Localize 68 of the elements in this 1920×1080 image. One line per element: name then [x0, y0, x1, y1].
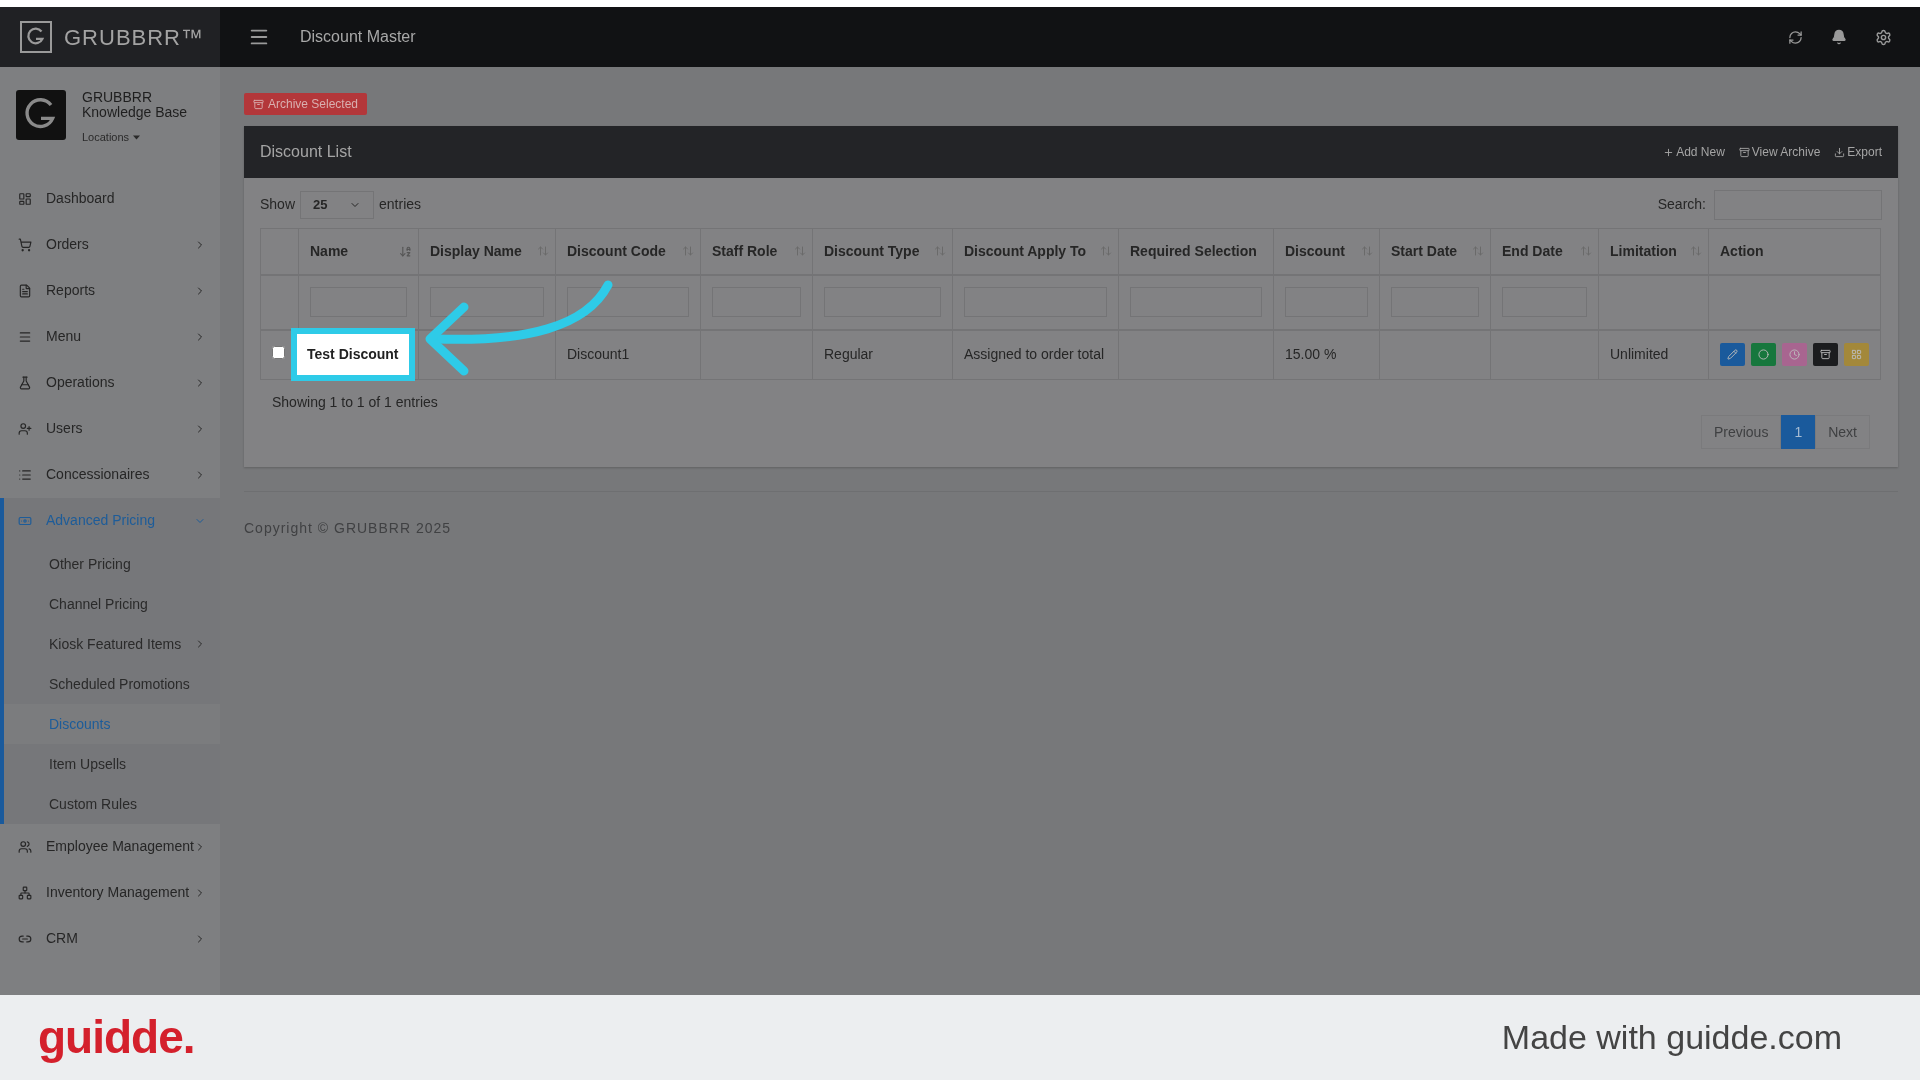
submenu-item[interactable]: Custom Rules [4, 783, 220, 824]
made-with-text: Made with guidde.com [1501, 1017, 1842, 1058]
hierarchy-icon [18, 885, 32, 900]
sidebar-item[interactable]: Operations [4, 359, 220, 406]
cart-icon [18, 237, 32, 252]
entries-label: entries [379, 195, 422, 214]
caret-icon [133, 134, 141, 140]
sidebar-item[interactable]: Menu [4, 313, 220, 360]
column-header: Action [1720, 241, 1765, 261]
table-cell: Regular [824, 346, 874, 363]
filter-field[interactable] [430, 287, 544, 317]
header-link[interactable]: View Archive [1738, 143, 1821, 161]
flask-icon [18, 375, 32, 390]
card-title: Discount List [260, 142, 352, 162]
sidebar-item[interactable]: Concessionaires [4, 451, 220, 498]
entries-info: Showing 1 to 1 of 1 entries [272, 394, 438, 410]
table-cell: Assigned to order total [964, 346, 1105, 363]
grid-icon [1851, 349, 1862, 361]
brand-name: GRUBBRR™ [64, 23, 204, 52]
sidebar-item[interactable]: Users [4, 405, 220, 452]
search-label: Search: [1657, 195, 1706, 214]
organization-name: GRUBBRR Knowledge Base [82, 90, 189, 120]
archive-icon [253, 98, 264, 110]
pagination-button[interactable]: 1 [1781, 415, 1816, 449]
page-title: Discount Master [300, 27, 416, 47]
plus-icon [1663, 146, 1675, 158]
table-cell: 15.00 % [1285, 346, 1337, 363]
archive-icon [1820, 349, 1831, 361]
row-checkbox[interactable] [272, 346, 285, 360]
submenu-item[interactable]: Kiosk Featured Items [4, 623, 220, 664]
refresh-icon[interactable] [1788, 29, 1803, 45]
document-icon [18, 283, 32, 298]
list-icon [18, 329, 32, 344]
sidebar-item[interactable]: CRM [4, 915, 220, 962]
archive-icon [1738, 146, 1750, 158]
logo-icon [16, 90, 66, 140]
page-size-select[interactable]: 25 [300, 190, 375, 219]
column-header: Required Selection [1130, 241, 1258, 261]
circle-icon [1758, 349, 1769, 361]
table-cell: Unlimited [1610, 346, 1669, 363]
guidde-logo: guidde. [38, 1010, 195, 1065]
sidebar-item[interactable]: Orders [4, 221, 220, 268]
submenu-item[interactable]: Scheduled Promotions [4, 663, 220, 704]
sidebar-item[interactable]: Reports [4, 267, 220, 314]
sidebar-item[interactable]: Employee Management [4, 823, 220, 870]
dashboard-icon [18, 191, 32, 206]
sidebar-item[interactable]: Inventory Management [4, 869, 220, 916]
clock-icon [1789, 349, 1800, 361]
submenu-item[interactable]: Channel Pricing [4, 583, 220, 624]
highlighted-cell[interactable]: Test Discount [291, 327, 415, 381]
sidebar-item[interactable]: Dashboard [4, 175, 220, 222]
header-link[interactable]: Add New [1663, 143, 1725, 161]
user-plus-icon [18, 421, 32, 436]
archive-selected-button[interactable]: Archive Selected [244, 93, 368, 115]
pencil-icon [1727, 349, 1738, 361]
header-link[interactable]: Export [1834, 143, 1882, 161]
locations-dropdown[interactable]: Locations [82, 129, 202, 146]
submenu-item[interactable]: Item Upsells [4, 743, 220, 784]
users-icon [18, 839, 32, 854]
show-label: Show [260, 195, 296, 214]
logo-icon [20, 21, 52, 53]
submenu-item[interactable]: Other Pricing [4, 543, 220, 584]
table-cell: Discount1 [567, 346, 630, 363]
action-button[interactable] [1813, 343, 1838, 367]
download-icon [1834, 146, 1846, 158]
settings-icon[interactable] [1875, 28, 1892, 46]
list-icon [18, 467, 32, 482]
notification-icon[interactable] [1831, 29, 1847, 45]
